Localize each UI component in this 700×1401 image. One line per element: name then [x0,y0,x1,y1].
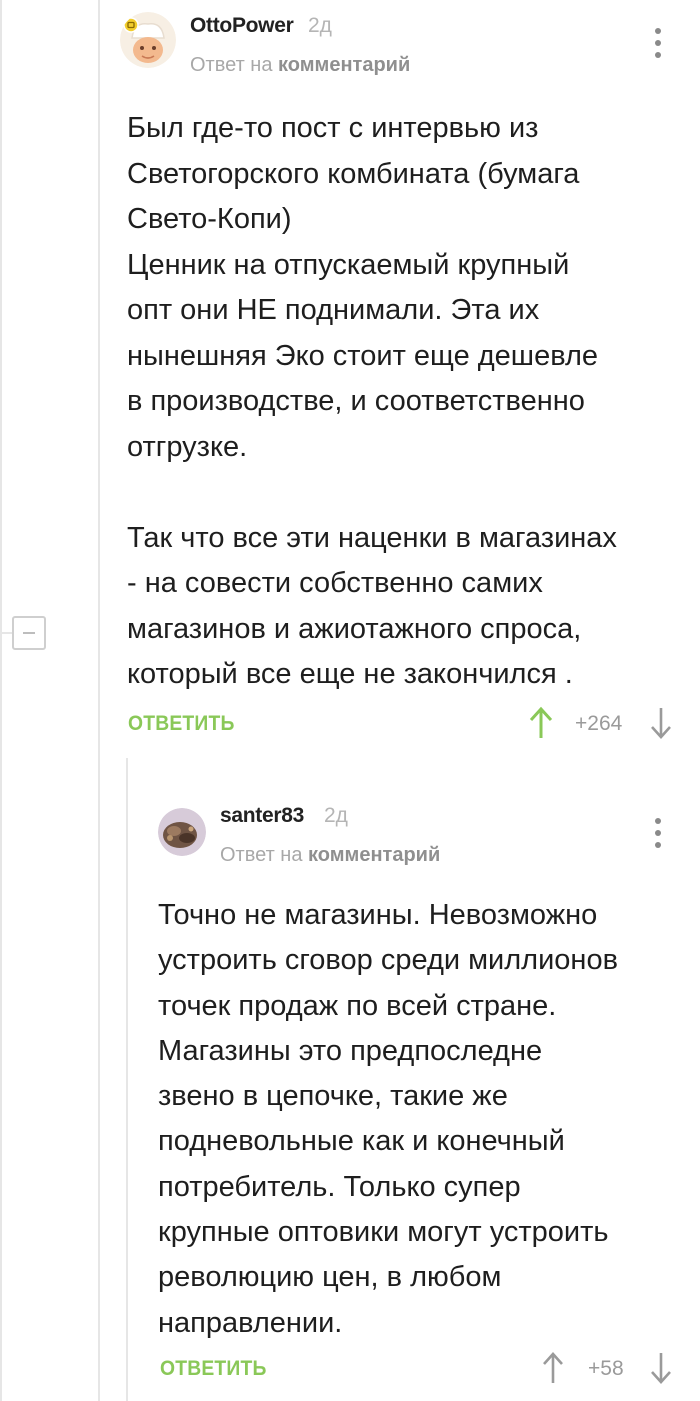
reply-to-line: Ответ на комментарий [190,54,410,77]
upvote-arrow-icon[interactable] [540,1351,566,1385]
downvote-arrow-icon[interactable] [648,706,674,740]
upvote-arrow-icon[interactable] [528,706,554,740]
comment-score: +264 [575,712,623,735]
downvote-arrow-icon[interactable] [648,1351,674,1385]
comment-score: +58 [588,1357,624,1380]
reply-to-prefix: Ответ на [190,54,273,76]
reply-button[interactable]: ОТВЕТИТЬ [160,1357,267,1381]
comment-body: Был где-то пост с интервью из Светогорск… [127,112,617,690]
reply-button[interactable]: ОТВЕТИТЬ [128,712,235,736]
photo-avatar-icon[interactable] [158,808,206,856]
reply-to-link[interactable]: комментарий [278,54,410,76]
author-name[interactable]: OttoPower [190,14,294,38]
reply-to-line: Ответ на комментарий [220,844,440,867]
chef-avatar-icon[interactable] [120,12,176,68]
reply-to-link[interactable]: комментарий [308,844,440,866]
comment-ottopower: OttoPower 2д Ответ на комментарий Был гд… [0,0,700,760]
comment-menu-icon[interactable] [648,26,668,60]
comment-santer83: santer83 2д Ответ на комментарий Точно н… [0,760,700,1401]
comment-menu-icon[interactable] [648,816,668,850]
comments-page: OttoPower 2д Ответ на комментарий Был гд… [0,0,700,1401]
comment-time: 2д [324,804,348,827]
comment-body: Точно не магазины. Невозможно устроить с… [158,899,618,1339]
comment-time: 2д [308,14,332,37]
reply-to-prefix: Ответ на [220,844,303,866]
author-name[interactable]: santer83 [220,804,304,828]
